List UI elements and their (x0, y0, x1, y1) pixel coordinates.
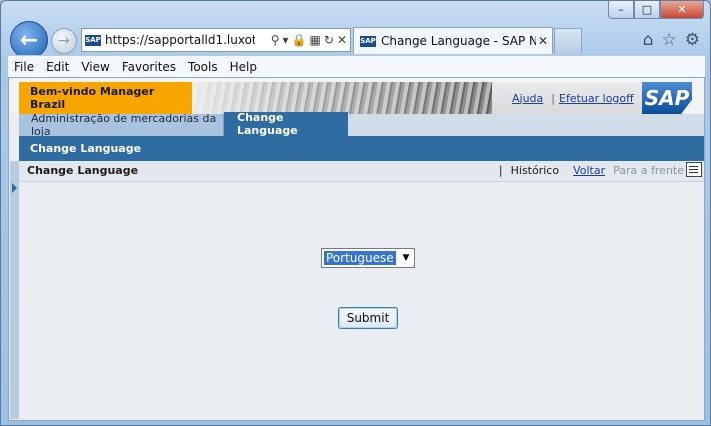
back-link[interactable]: Voltar (573, 164, 605, 177)
back-button[interactable]: ← (10, 21, 48, 59)
maximize-icon: □ (641, 3, 653, 16)
close-icon: ✕ (677, 3, 687, 16)
logoff-link[interactable]: Efetuar logoff (559, 92, 634, 105)
portal-header: Bem-vindo Manager Brazil Ajuda | Efetuar… (9, 78, 704, 114)
history-menu[interactable]: Histórico (511, 164, 559, 177)
page-title: Change Language (27, 164, 139, 177)
star-icon[interactable]: ☆ (662, 30, 677, 50)
page-menu-icon[interactable] (686, 162, 702, 177)
expand-arrow-icon[interactable] (12, 183, 17, 193)
address-tools: ⚲ ▾ 🔒 ▦ ↻ ✕ (271, 33, 347, 47)
dropdown-icon[interactable]: ▾ (283, 33, 289, 47)
home-icon[interactable]: ⌂ (643, 30, 654, 50)
menu-file[interactable]: File (14, 60, 34, 74)
language-select[interactable]: Portuguese ▼ (321, 248, 415, 268)
close-window-button[interactable]: ✕ (660, 1, 704, 19)
page-content: Bem-vindo Manager Brazil Ajuda | Efetuar… (8, 77, 705, 421)
main-form: Portuguese ▼ Submit (19, 182, 704, 419)
menu-help[interactable]: Help (230, 60, 257, 74)
tab-title: Change Language - SAP Ne... (381, 34, 536, 48)
address-url[interactable]: https://sapportalld1.luxot... (105, 33, 255, 47)
browser-window: – □ ✕ ← → SAP https://sapportalld1.luxot… (0, 0, 711, 426)
maximize-button[interactable]: □ (634, 1, 660, 19)
compat-icon[interactable]: ▦ (310, 33, 321, 47)
address-favicon: SAP (85, 34, 101, 46)
header-image-overlay (192, 82, 492, 114)
browser-tab[interactable]: SAP Change Language - SAP Ne... ✕ (353, 27, 553, 54)
lock-icon[interactable]: 🔒 (292, 33, 307, 47)
header-link-separator: | (551, 91, 555, 105)
menu-edit[interactable]: Edit (46, 60, 69, 74)
address-bar[interactable]: SAP https://sapportalld1.luxot... ⚲ ▾ 🔒 … (81, 28, 351, 52)
forward-link: Para a frente (613, 164, 684, 177)
top-level-navigation: Administração de mercadorias da loja Cha… (19, 111, 704, 138)
gear-icon[interactable]: ⚙ (685, 30, 700, 50)
tab-store-admin[interactable]: Administração de mercadorias da loja (19, 112, 224, 138)
new-tab-button[interactable] (554, 28, 582, 53)
refresh-icon[interactable]: ↻ (324, 33, 334, 47)
menu-tools[interactable]: Tools (188, 60, 218, 74)
minimize-button[interactable]: – (608, 1, 634, 19)
browser-right-tools: ⌂ ☆ ⚙ (643, 30, 700, 50)
back-arrow-icon: ← (19, 27, 39, 53)
page-header-separator: | (498, 164, 503, 177)
menu-view[interactable]: View (81, 60, 109, 74)
help-link[interactable]: Ajuda (512, 92, 543, 105)
forward-button[interactable]: → (51, 28, 77, 54)
chevron-down-icon[interactable]: ▼ (398, 249, 414, 267)
tab-favicon: SAP (360, 35, 376, 47)
tab-close-icon[interactable]: ✕ (538, 34, 548, 48)
stop-icon[interactable]: ✕ (337, 33, 347, 47)
menu-bar: File Edit View Favorites Tools Help (8, 55, 705, 78)
submit-button[interactable]: Submit (338, 307, 398, 329)
sap-logo: SAP (642, 82, 692, 114)
second-level-navigation[interactable]: Change Language (19, 136, 704, 161)
window-caption-buttons: – □ ✕ (608, 1, 704, 21)
minimize-icon: – (618, 3, 624, 16)
language-selected-value: Portuguese (324, 251, 396, 265)
page-header: Change Language | Histórico Voltar Para … (19, 161, 704, 182)
tab-change-language[interactable]: Change Language (224, 111, 348, 137)
header-links: Ajuda | Efetuar logoff (492, 82, 644, 114)
menu-favorites[interactable]: Favorites (122, 60, 176, 74)
search-icon[interactable]: ⚲ (271, 33, 280, 47)
page-header-actions: | Histórico Voltar Para a frente (499, 164, 684, 177)
forward-arrow-icon: → (58, 33, 70, 49)
welcome-text: Bem-vindo Manager Brazil (19, 82, 192, 114)
